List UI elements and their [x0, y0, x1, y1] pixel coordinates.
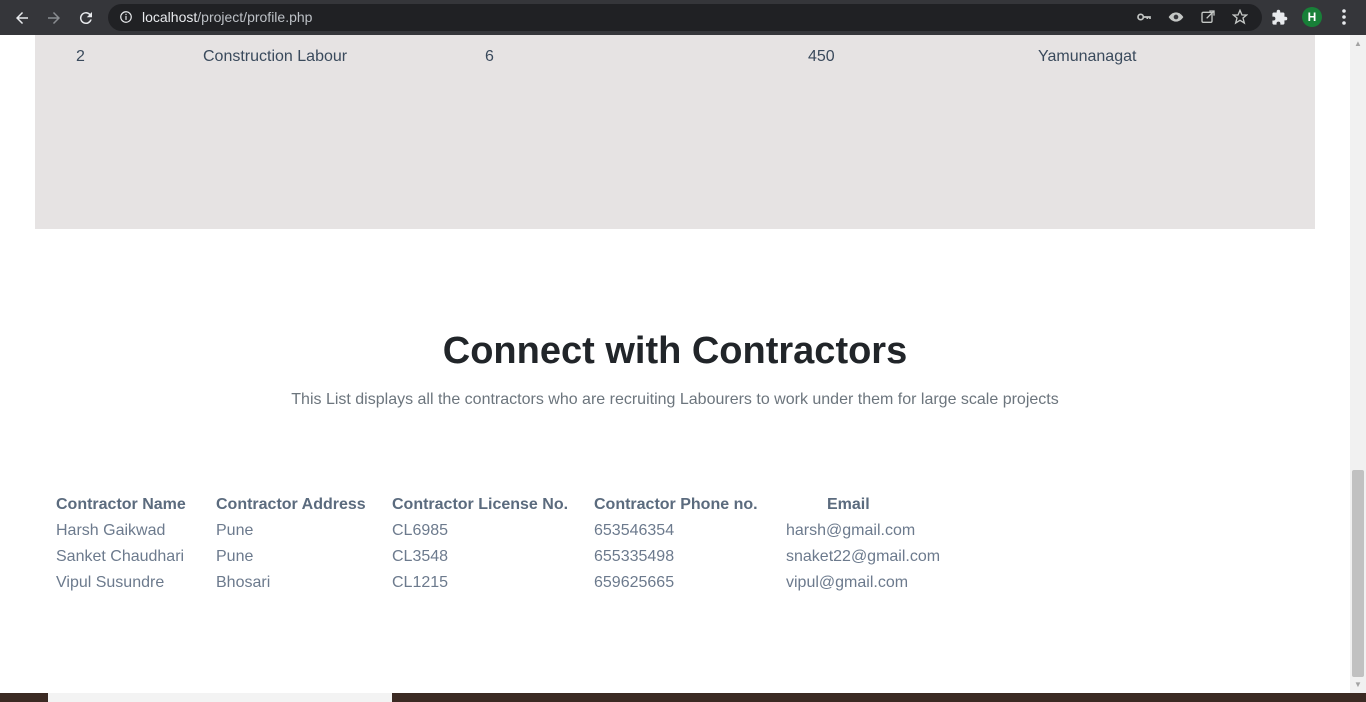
key-icon[interactable] [1134, 7, 1154, 27]
browser-toolbar: localhost/project/profile.php H [0, 0, 1366, 35]
forward-icon[interactable] [40, 4, 68, 32]
header-email: Email [827, 496, 870, 513]
extensions-icon[interactable] [1269, 7, 1289, 27]
eye-icon[interactable] [1166, 7, 1186, 27]
contractor-phone: 655335498 [594, 548, 675, 565]
star-icon[interactable] [1230, 7, 1250, 27]
section-subtitle: This List displays all the contractors w… [291, 391, 1059, 408]
url-path: /project/profile.php [197, 9, 313, 25]
header-license: Contractor License No. [392, 496, 569, 513]
contractor-phone: 653546354 [594, 522, 675, 539]
header-address: Contractor Address [216, 496, 366, 513]
contractor-name: Sanket Chaudhari [56, 548, 185, 565]
contractor-email: snaket22@gmail.com [786, 548, 941, 565]
contractor-address: Pune [216, 548, 254, 565]
site-info-icon[interactable] [116, 7, 136, 27]
share-icon[interactable] [1198, 7, 1218, 27]
contractor-address: Bhosari [216, 574, 271, 591]
header-name: Contractor Name [56, 496, 186, 513]
page-content: 2 Construction Labour 6 450 Yamunanagat … [0, 35, 1350, 693]
menu-icon[interactable] [1334, 7, 1354, 27]
contractor-license: CL3548 [392, 548, 449, 565]
scroll-up-icon[interactable]: ▲ [1353, 40, 1363, 48]
profile-avatar[interactable]: H [1302, 7, 1322, 27]
cell-id: 2 [76, 48, 85, 65]
cell-count: 6 [485, 48, 494, 65]
cell-wage: 450 [808, 48, 835, 65]
contractor-name: Vipul Susundre [56, 574, 165, 591]
reload-icon[interactable] [72, 4, 100, 32]
contractor-license: CL1215 [392, 574, 449, 591]
cell-category: Construction Labour [203, 48, 348, 65]
page-title: Connect with Contractors [442, 330, 908, 372]
labour-table-panel: 2 Construction Labour 6 450 Yamunanagat [35, 35, 1315, 229]
contractor-email: harsh@gmail.com [786, 522, 916, 539]
url-text[interactable]: localhost/project/profile.php [142, 9, 312, 25]
url-host: localhost [142, 9, 198, 25]
back-icon[interactable] [8, 4, 36, 32]
scroll-down-icon[interactable]: ▼ [1353, 681, 1363, 689]
header-phone: Contractor Phone no. [594, 496, 758, 513]
contractor-email: vipul@gmail.com [786, 574, 909, 591]
contractor-name: Harsh Gaikwad [56, 522, 166, 539]
cell-location: Yamunanagat [1038, 48, 1137, 65]
contractor-phone: 659625665 [594, 574, 675, 591]
contractor-address: Pune [216, 522, 254, 539]
taskbar-search[interactable] [48, 693, 392, 702]
contractor-license: CL6985 [392, 522, 449, 539]
scrollbar-thumb[interactable] [1352, 470, 1364, 677]
